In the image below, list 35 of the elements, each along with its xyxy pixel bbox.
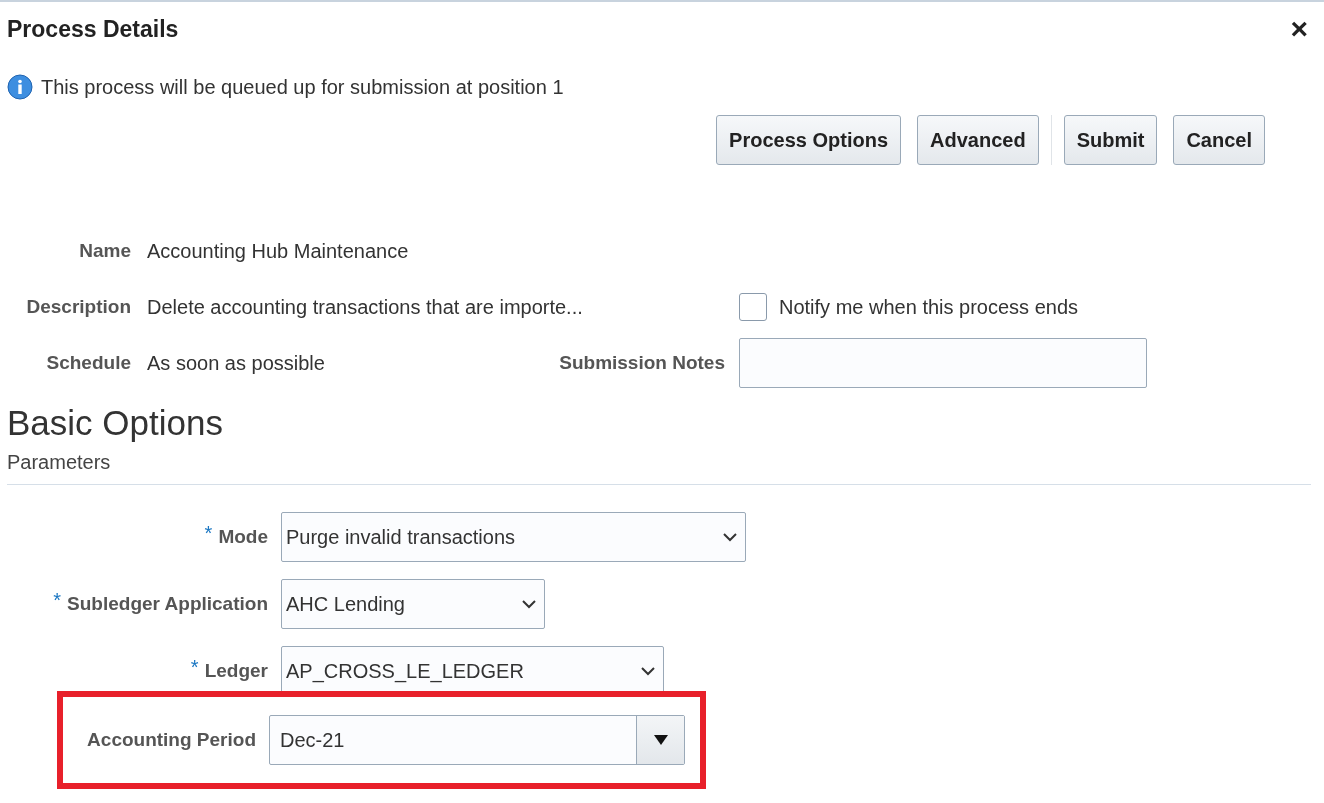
section-title: Basic Options	[7, 403, 224, 443]
dropdown-button[interactable]	[636, 716, 684, 764]
field-label: Schedule	[46, 352, 131, 374]
checkbox[interactable]	[739, 293, 767, 321]
field-label: Ledger	[204, 659, 268, 683]
dialog-button[interactable]: Advanced	[917, 115, 1039, 165]
field-value: Accounting Hub Maintenance	[147, 239, 409, 263]
chevron-down-icon	[522, 599, 536, 609]
info-message: This process will be queued up for submission at position 1	[41, 75, 564, 99]
field-label: Accounting Period	[87, 729, 256, 751]
info-icon	[7, 74, 33, 100]
dropdown-field[interactable]: Purge invalid transactions	[281, 512, 746, 562]
chevron-down-icon	[641, 666, 655, 676]
section-subtitle: Parameters	[7, 451, 1311, 485]
combo-field[interactable]: Dec-21	[269, 715, 685, 765]
triangle-down-icon	[652, 734, 669, 746]
dialog-title: Process Details	[7, 15, 179, 43]
field-value: As soon as possible	[147, 351, 325, 375]
required-mark: *	[53, 588, 62, 612]
field-label: Subledger Application	[67, 592, 268, 616]
field-label: Description	[26, 296, 131, 318]
required-mark: *	[190, 655, 199, 679]
field-label: Name	[79, 240, 131, 262]
field-label: Submission Notes	[559, 352, 725, 374]
field-label: Mode	[218, 525, 268, 549]
close-button[interactable]: ×	[1290, 14, 1308, 44]
chevron-down-icon	[723, 532, 737, 542]
required-mark: *	[204, 521, 213, 545]
submission-notes-field[interactable]	[739, 338, 1147, 388]
dialog-button[interactable]: Process Options	[716, 115, 902, 165]
dropdown-field[interactable]: AHC Lending	[281, 579, 545, 629]
dialog-button[interactable]: Submit	[1063, 115, 1158, 165]
dialog-button[interactable]: Cancel	[1173, 115, 1265, 165]
checkbox-label: Notify me when this process ends	[779, 295, 1079, 319]
field-value: Delete accounting transactions that are importe...	[147, 295, 583, 319]
